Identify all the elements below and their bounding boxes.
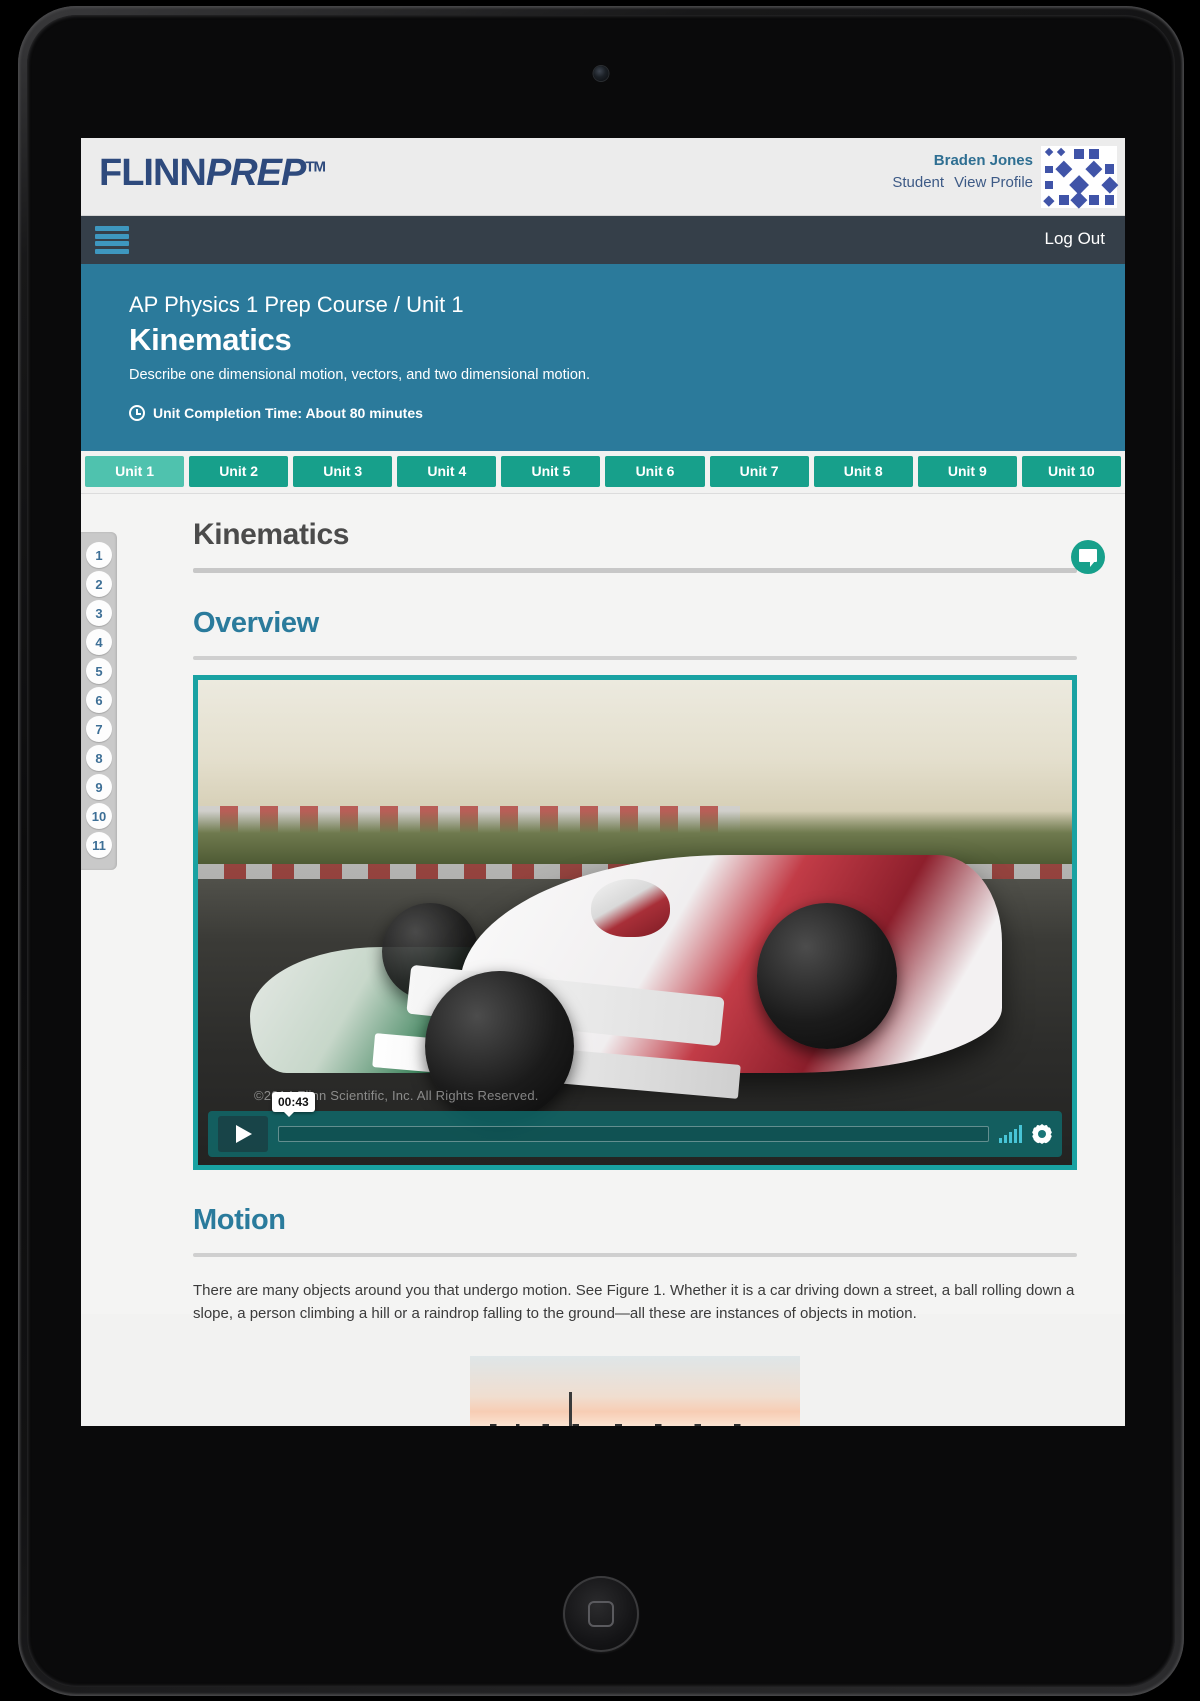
front-camera-icon <box>593 66 609 81</box>
page-dot-3[interactable]: 3 <box>86 600 112 626</box>
tab-unit-7[interactable]: Unit 7 <box>709 456 809 487</box>
logo-trademark-text: TM <box>305 158 326 176</box>
page-dot-7[interactable]: 7 <box>86 716 112 742</box>
unit-completion-time: Unit Completion Time: About 80 minutes <box>129 405 1077 421</box>
video-progress-wrap: 00:43 <box>272 1092 989 1142</box>
volume-icon[interactable] <box>999 1125 1022 1143</box>
main-navbar: Log Out <box>81 216 1125 264</box>
figure-1-image <box>470 1355 800 1426</box>
section-heading-overview: Overview <box>193 607 319 639</box>
play-button[interactable] <box>218 1116 268 1152</box>
video-player[interactable]: ©2014 Flinn Scientific, Inc. All Rights … <box>193 675 1077 1170</box>
tab-unit-10[interactable]: Unit 10 <box>1021 456 1121 487</box>
tab-unit-6[interactable]: Unit 6 <box>605 456 705 487</box>
logo-main-text: FLINN <box>99 152 207 194</box>
lesson-body: Kinematics Overview ©2014 Flinn Scientif… <box>137 494 1125 1426</box>
chat-bubble-icon[interactable] <box>1071 540 1105 574</box>
page-heading: Kinematics <box>193 518 350 551</box>
tab-unit-2[interactable]: Unit 2 <box>189 456 289 487</box>
video-controls-bar: 00:43 <box>208 1092 1062 1157</box>
divider-under-motion <box>193 1253 1077 1257</box>
home-button[interactable] <box>563 1576 639 1652</box>
tab-unit-3[interactable]: Unit 3 <box>293 456 393 487</box>
chat-bubble-glyph <box>1079 549 1097 567</box>
page-dot-10[interactable]: 10 <box>86 803 112 829</box>
page-dot-6[interactable]: 6 <box>86 687 112 713</box>
tab-unit-1[interactable]: Unit 1 <box>85 456 185 487</box>
clock-icon <box>129 405 145 421</box>
logout-button[interactable]: Log Out <box>1045 229 1106 249</box>
tablet-device-frame: FLINNPREPTM Braden Jones Student View Pro… <box>18 6 1184 1696</box>
video-poster-driver-helmet <box>591 878 670 938</box>
unit-description: Describe one dimensional motion, vectors… <box>129 367 591 383</box>
hamburger-menu-icon[interactable] <box>95 226 129 254</box>
tab-unit-5[interactable]: Unit 5 <box>501 456 601 487</box>
user-meta-row: Student View Profile <box>892 172 1033 194</box>
page-dot-9[interactable]: 9 <box>86 774 112 800</box>
view-profile-link[interactable]: View Profile <box>954 174 1033 191</box>
video-poster-wheel-front <box>757 903 898 1049</box>
tablet-screen: FLINNPREPTM Braden Jones Student View Pro… <box>81 138 1125 1426</box>
site-header: FLINNPREPTM Braden Jones Student View Pro… <box>81 138 1125 216</box>
motion-paragraph: There are many objects around you that u… <box>193 1282 1075 1323</box>
content-area: 1 2 3 4 5 6 7 8 9 10 11 Kinematics Overv… <box>81 494 1125 1426</box>
divider-under-heading <box>193 568 1077 573</box>
page-dot-2[interactable]: 2 <box>86 571 112 597</box>
tab-unit-9[interactable]: Unit 9 <box>917 456 1017 487</box>
logo-accent-text: PREP <box>205 152 306 194</box>
page-number-rail: 1 2 3 4 5 6 7 8 9 10 11 <box>81 532 117 870</box>
course-header-banner: AP Physics 1 Prep Course / Unit 1 Kinema… <box>81 264 1125 451</box>
page-dot-5[interactable]: 5 <box>86 658 112 684</box>
unit-tabs: Unit 1 Unit 2 Unit 3 Unit 4 Unit 5 Unit … <box>81 451 1125 494</box>
figure-skyline-shape <box>470 1423 800 1426</box>
user-role: Student <box>892 173 945 191</box>
gear-icon[interactable] <box>1032 1124 1052 1144</box>
user-name: Braden Jones <box>933 152 1033 169</box>
flinnprep-logo[interactable]: FLINNPREPTM <box>99 152 326 195</box>
tab-unit-8[interactable]: Unit 8 <box>813 456 913 487</box>
breadcrumb: AP Physics 1 Prep Course / Unit 1 <box>129 292 464 317</box>
section-heading-motion: Motion <box>193 1204 286 1236</box>
divider-under-overview <box>193 656 1077 660</box>
page-dot-8[interactable]: 8 <box>86 745 112 771</box>
tab-unit-4[interactable]: Unit 4 <box>397 456 497 487</box>
page-dot-1[interactable]: 1 <box>86 542 112 568</box>
page-title: Kinematics <box>129 322 292 357</box>
page-dot-11[interactable]: 11 <box>86 832 112 858</box>
video-progress-bar[interactable] <box>278 1126 989 1142</box>
user-info-block: Braden Jones Student View Profile <box>892 150 1033 194</box>
unit-completion-time-label: Unit Completion Time: About 80 minutes <box>153 405 423 421</box>
home-button-square-icon <box>588 1601 614 1627</box>
figure-tower-shape <box>569 1391 572 1426</box>
avatar[interactable] <box>1041 146 1118 209</box>
page-dot-4[interactable]: 4 <box>86 629 112 655</box>
video-current-time: 00:43 <box>272 1092 315 1117</box>
